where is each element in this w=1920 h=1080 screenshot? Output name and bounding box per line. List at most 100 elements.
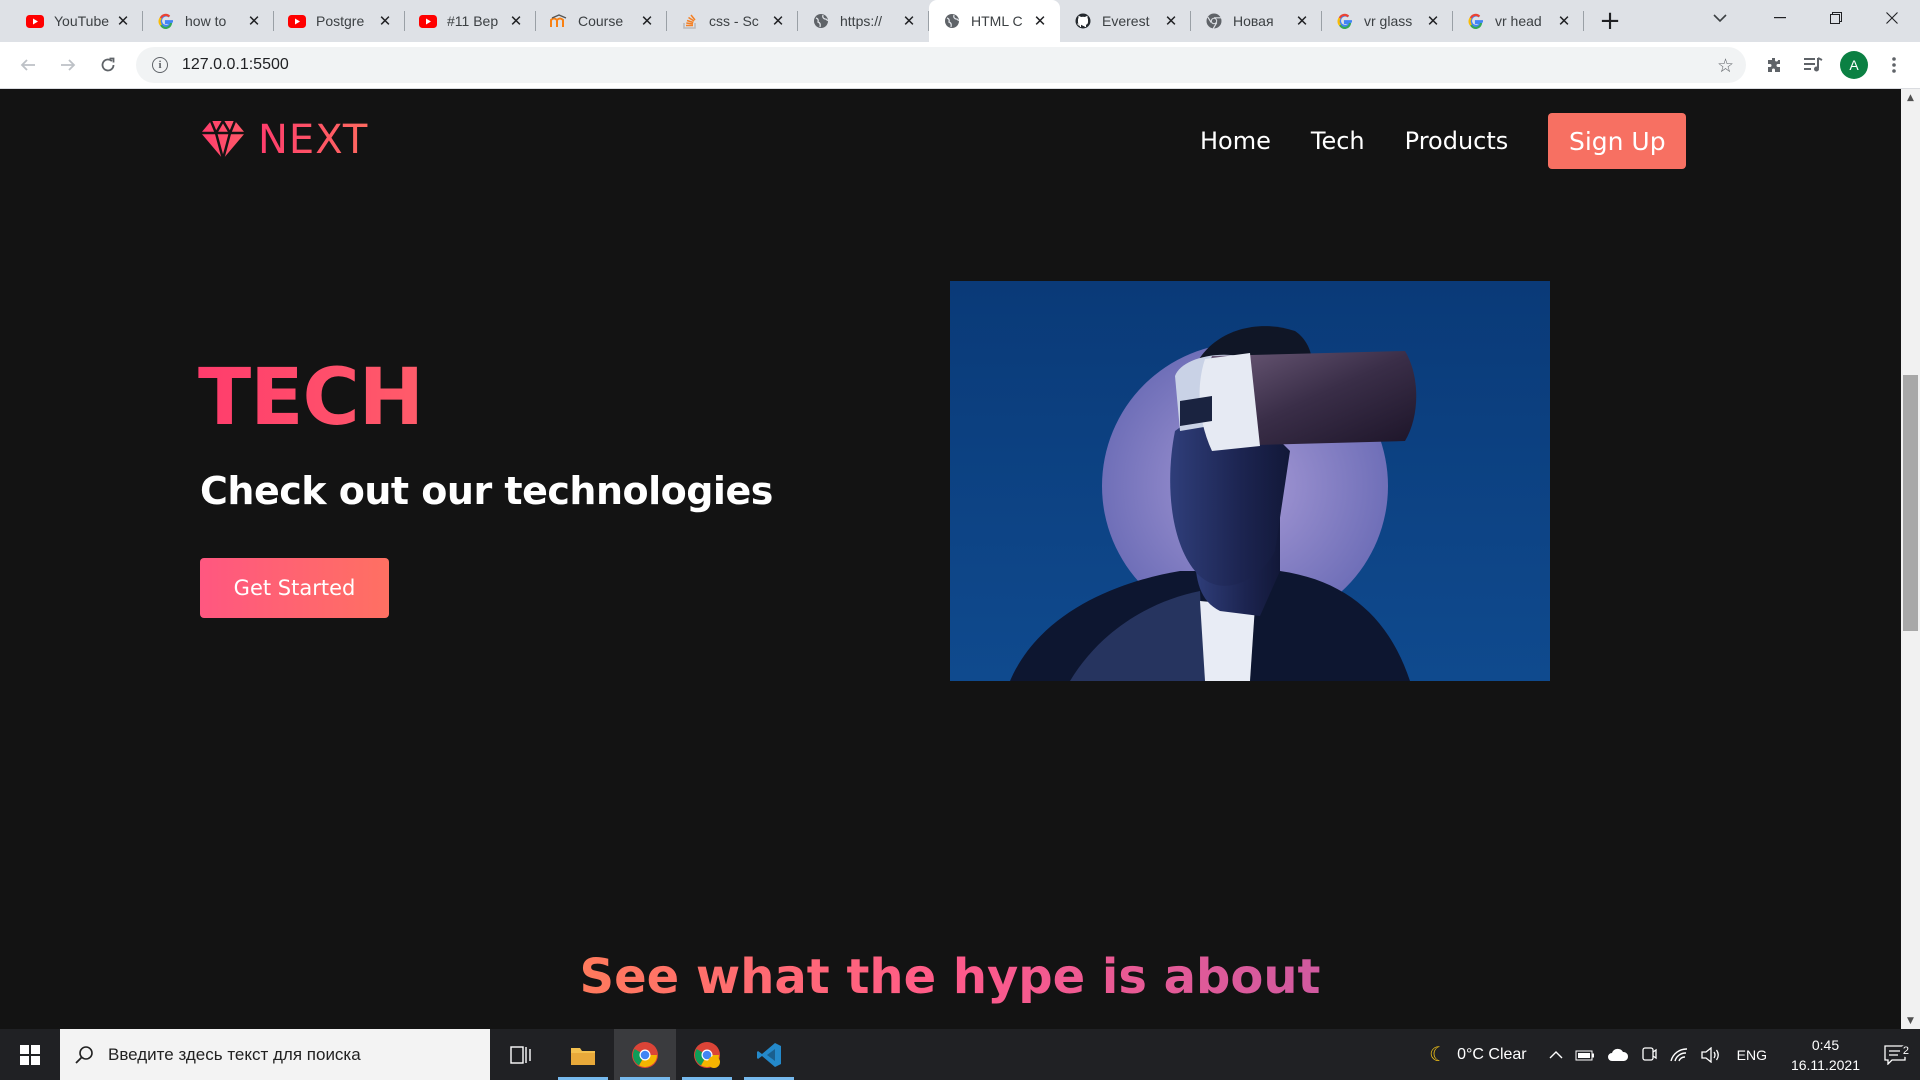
browser-tab[interactable]: vr head ✕ — [1453, 0, 1584, 42]
browser-tab[interactable]: Новая ✕ — [1191, 0, 1322, 42]
media-control-icon[interactable] — [1794, 47, 1834, 83]
chrome-icon — [1205, 12, 1223, 30]
nav-products-link[interactable]: Products — [1405, 127, 1509, 155]
browser-tab[interactable]: YouTube ✕ — [12, 0, 143, 42]
address-bar[interactable]: i 127.0.0.1:5500 ☆ — [136, 47, 1746, 83]
input-language[interactable]: ENG — [1727, 1047, 1777, 1063]
clock-time: 0:45 — [1811, 1036, 1840, 1053]
tab-close-icon[interactable]: ✕ — [115, 13, 131, 30]
browser-tab[interactable]: css - Sc ✕ — [667, 0, 798, 42]
hero-subtitle: Check out our technologies — [200, 469, 773, 513]
browser-toolbar: i 127.0.0.1:5500 ☆ A — [0, 42, 1920, 89]
page-scrollbar[interactable]: ▲ ▼ — [1901, 89, 1920, 1029]
close-window-icon[interactable] — [1864, 0, 1920, 36]
windows-taskbar: Введите здесь текст для поиска ☾ 0°C Cle… — [0, 1029, 1920, 1080]
google-icon — [1336, 12, 1354, 30]
browser-tab[interactable]: HTML C ✕ — [929, 0, 1060, 42]
tab-title: HTML C — [971, 13, 1023, 29]
tab-title: Новая — [1233, 13, 1274, 29]
tab-list: YouTube ✕ how to ✕ Postgre ✕ #11 Bep ✕ Course ✕ cs… — [0, 0, 1584, 42]
sign-up-button[interactable]: Sign Up — [1548, 113, 1687, 169]
scroll-up-arrow-icon[interactable]: ▲ — [1901, 89, 1920, 106]
browser-tab[interactable]: vr glass ✕ — [1322, 0, 1453, 42]
notification-count-badge: 2 — [1899, 1044, 1912, 1057]
tab-close-icon[interactable]: ✕ — [901, 13, 917, 30]
toolbar-actions: A — [1754, 47, 1914, 83]
tab-title: css - Sc — [709, 13, 759, 29]
tab-close-icon[interactable]: ✕ — [639, 13, 655, 30]
tab-close-icon[interactable]: ✕ — [770, 13, 786, 30]
meet-now-icon[interactable] — [1635, 1046, 1663, 1064]
tab-close-icon[interactable]: ✕ — [508, 13, 524, 30]
youtube-icon — [26, 12, 44, 30]
task-view-icon[interactable] — [490, 1029, 552, 1080]
windows-start-icon[interactable] — [0, 1029, 60, 1080]
tab-close-icon[interactable]: ✕ — [377, 13, 393, 30]
google-icon — [1467, 12, 1485, 30]
vr-headset-image — [950, 281, 1550, 681]
minimize-icon[interactable] — [1752, 0, 1808, 36]
browser-tab[interactable]: #11 Bep ✕ — [405, 0, 536, 42]
scroll-down-arrow-icon[interactable]: ▼ — [1901, 1012, 1920, 1029]
tab-close-icon[interactable]: ✕ — [1425, 13, 1441, 30]
site-info-icon[interactable]: i — [152, 57, 168, 73]
chrome-profile-taskbar-icon[interactable] — [676, 1029, 738, 1080]
file-explorer-icon[interactable] — [552, 1029, 614, 1080]
weather-widget[interactable]: ☾ 0°C Clear — [1423, 1042, 1532, 1067]
tab-title: how to — [185, 13, 227, 29]
scrollbar-thumb[interactable] — [1903, 375, 1918, 631]
tab-close-icon[interactable]: ✕ — [246, 13, 262, 30]
google-icon — [157, 12, 175, 30]
forward-icon[interactable] — [48, 47, 88, 83]
tab-close-icon[interactable]: ✕ — [1163, 13, 1179, 30]
browser-tab[interactable]: https:// ✕ — [798, 0, 929, 42]
tray-chevron-up-icon[interactable] — [1543, 1050, 1569, 1059]
taskbar-search-box[interactable]: Введите здесь текст для поиска — [60, 1029, 490, 1080]
tab-close-icon[interactable]: ✕ — [1556, 13, 1572, 30]
tab-title: vr glass — [1364, 13, 1413, 29]
onedrive-cloud-icon[interactable] — [1601, 1048, 1635, 1062]
main-nav: Home Tech Products Sign Up — [1200, 113, 1687, 169]
bookmark-star-icon[interactable]: ☆ — [1717, 55, 1734, 77]
logo-text: NEXT — [258, 117, 369, 163]
volume-icon[interactable] — [1695, 1046, 1727, 1063]
back-icon[interactable] — [8, 47, 48, 83]
browser-tab[interactable]: Everest ✕ — [1060, 0, 1191, 42]
tab-title: https:// — [840, 13, 883, 29]
github-icon — [1074, 12, 1092, 30]
menu-kebab-icon[interactable] — [1874, 47, 1914, 83]
tab-search-icon[interactable] — [1700, 0, 1740, 36]
tab-close-icon[interactable]: ✕ — [1294, 13, 1310, 30]
clock-date: 16.11.2021 — [1790, 1056, 1860, 1073]
tab-title: Course — [578, 13, 624, 29]
nav-home-link[interactable]: Home — [1200, 127, 1271, 155]
tab-title: YouTube — [54, 13, 110, 29]
reload-icon[interactable] — [88, 47, 128, 83]
weather-text: 0°C Clear — [1457, 1045, 1527, 1063]
get-started-button[interactable]: Get Started — [200, 558, 389, 618]
browser-tab[interactable]: Postgre ✕ — [274, 0, 405, 42]
url-text[interactable]: 127.0.0.1:5500 — [182, 56, 289, 74]
system-tray: ☾ 0°C Clear ENG 0:45 16.11.2021 2 — [1423, 1029, 1920, 1080]
browser-tab[interactable]: how to ✕ — [143, 0, 274, 42]
notification-center-icon[interactable]: 2 — [1874, 1044, 1920, 1065]
stackoverflow-icon — [681, 12, 699, 30]
wifi-icon[interactable] — [1663, 1047, 1695, 1063]
battery-icon[interactable] — [1569, 1049, 1601, 1061]
youtube-icon — [288, 12, 306, 30]
nav-tech-link[interactable]: Tech — [1311, 127, 1365, 155]
new-tab-button[interactable]: + — [1590, 0, 1630, 42]
taskbar-clock[interactable]: 0:45 16.11.2021 — [1777, 1035, 1874, 1075]
extensions-icon[interactable] — [1754, 47, 1794, 83]
vscode-icon[interactable] — [738, 1029, 800, 1080]
restore-icon[interactable] — [1808, 0, 1864, 36]
tab-close-icon[interactable]: ✕ — [1032, 13, 1048, 30]
site-logo[interactable]: NEXT — [200, 117, 368, 163]
globe-icon — [812, 12, 830, 30]
tab-title: vr head — [1495, 13, 1542, 29]
window-controls — [1752, 0, 1920, 36]
section-heading: See what the hype is about — [579, 949, 1321, 1005]
chrome-taskbar-icon[interactable] — [614, 1029, 676, 1080]
browser-tab[interactable]: Course ✕ — [536, 0, 667, 42]
profile-avatar[interactable]: A — [1834, 47, 1874, 83]
